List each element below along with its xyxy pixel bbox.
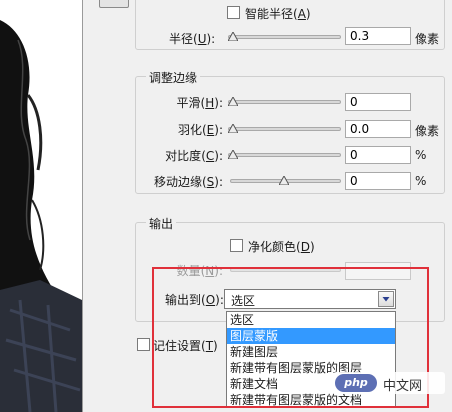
remember-settings-checkbox[interactable] — [137, 338, 150, 351]
contrast-slider-thumb[interactable] — [228, 150, 238, 159]
smooth-input[interactable] — [345, 93, 411, 111]
shift-edge-input[interactable] — [345, 172, 411, 190]
photo-preview — [0, 0, 82, 412]
radius-label: 半径(U): — [169, 32, 216, 46]
output-title: 输出 — [146, 215, 177, 232]
feather-unit: 像素 — [415, 124, 440, 138]
smooth-slider-track[interactable] — [228, 100, 341, 104]
smart-radius-checkbox[interactable] — [227, 6, 240, 19]
contrast-label: 对比度(C): — [165, 149, 223, 163]
feather-label: 羽化(E): — [177, 123, 223, 137]
shift-edge-slider-thumb[interactable] — [279, 176, 289, 185]
shift-edge-label: 移动边缘(S): — [153, 175, 223, 189]
smooth-label: 平滑(H): — [176, 96, 223, 110]
radius-unit: 像素 — [415, 32, 440, 46]
contrast-slider-track[interactable] — [228, 153, 341, 157]
contrast-unit: % — [415, 148, 427, 162]
php-logo: php — [335, 374, 377, 392]
radius-slider-thumb[interactable] — [228, 32, 238, 41]
feather-slider-track[interactable] — [228, 127, 341, 131]
radius-input[interactable] — [345, 27, 411, 45]
watermark-text: 中文网 — [383, 379, 423, 394]
smooth-slider-thumb[interactable] — [228, 97, 238, 106]
feather-slider-thumb[interactable] — [228, 124, 238, 133]
feather-input[interactable] — [345, 120, 411, 138]
edge-preview-icon — [99, 0, 129, 8]
decontaminate-label: 净化颜色(D) — [248, 240, 315, 254]
decontaminate-checkbox[interactable] — [230, 239, 243, 252]
contrast-input[interactable] — [345, 146, 411, 164]
radius-slider-track[interactable] — [228, 35, 341, 39]
watermark: php 中文网 — [333, 372, 445, 394]
shift-edge-unit: % — [415, 174, 427, 188]
adjust-edge-title: 调整边缘 — [146, 69, 201, 86]
smart-radius-label: 智能半径(A) — [245, 7, 311, 21]
